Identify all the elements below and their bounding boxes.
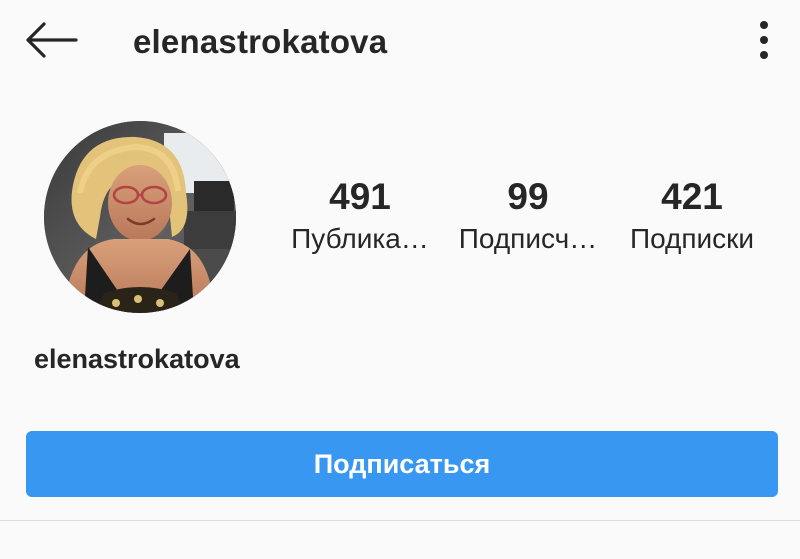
arrow-left-icon: [26, 22, 78, 58]
more-dot: [760, 51, 768, 59]
more-dot: [760, 36, 768, 44]
profile-name: elenastrokatova: [34, 344, 240, 374]
stat-value: 99: [507, 176, 549, 217]
stat-label: Подписч…: [458, 223, 598, 254]
top-bar: elenastrokatova: [0, 0, 800, 84]
back-button[interactable]: [18, 14, 82, 66]
profile-screen: elenastrokatova 491 Публика… 99 Подписч……: [0, 0, 800, 559]
more-options-button[interactable]: [744, 14, 784, 66]
avatar[interactable]: [44, 121, 236, 313]
stat-value: 421: [661, 176, 723, 217]
stat-label: Подписки: [629, 223, 755, 254]
avatar-photo: [44, 121, 236, 313]
more-vertical-icon: [760, 21, 768, 29]
divider: [0, 520, 800, 521]
stat-posts[interactable]: 491 Публика…: [275, 174, 445, 258]
stat-following[interactable]: 421 Подписки: [607, 174, 777, 258]
stat-label: Публика…: [291, 223, 429, 254]
stat-value: 491: [329, 176, 391, 217]
follow-button[interactable]: Подписаться: [26, 431, 778, 497]
stat-followers[interactable]: 99 Подписч…: [443, 174, 613, 258]
page-title: elenastrokatova: [133, 23, 388, 60]
